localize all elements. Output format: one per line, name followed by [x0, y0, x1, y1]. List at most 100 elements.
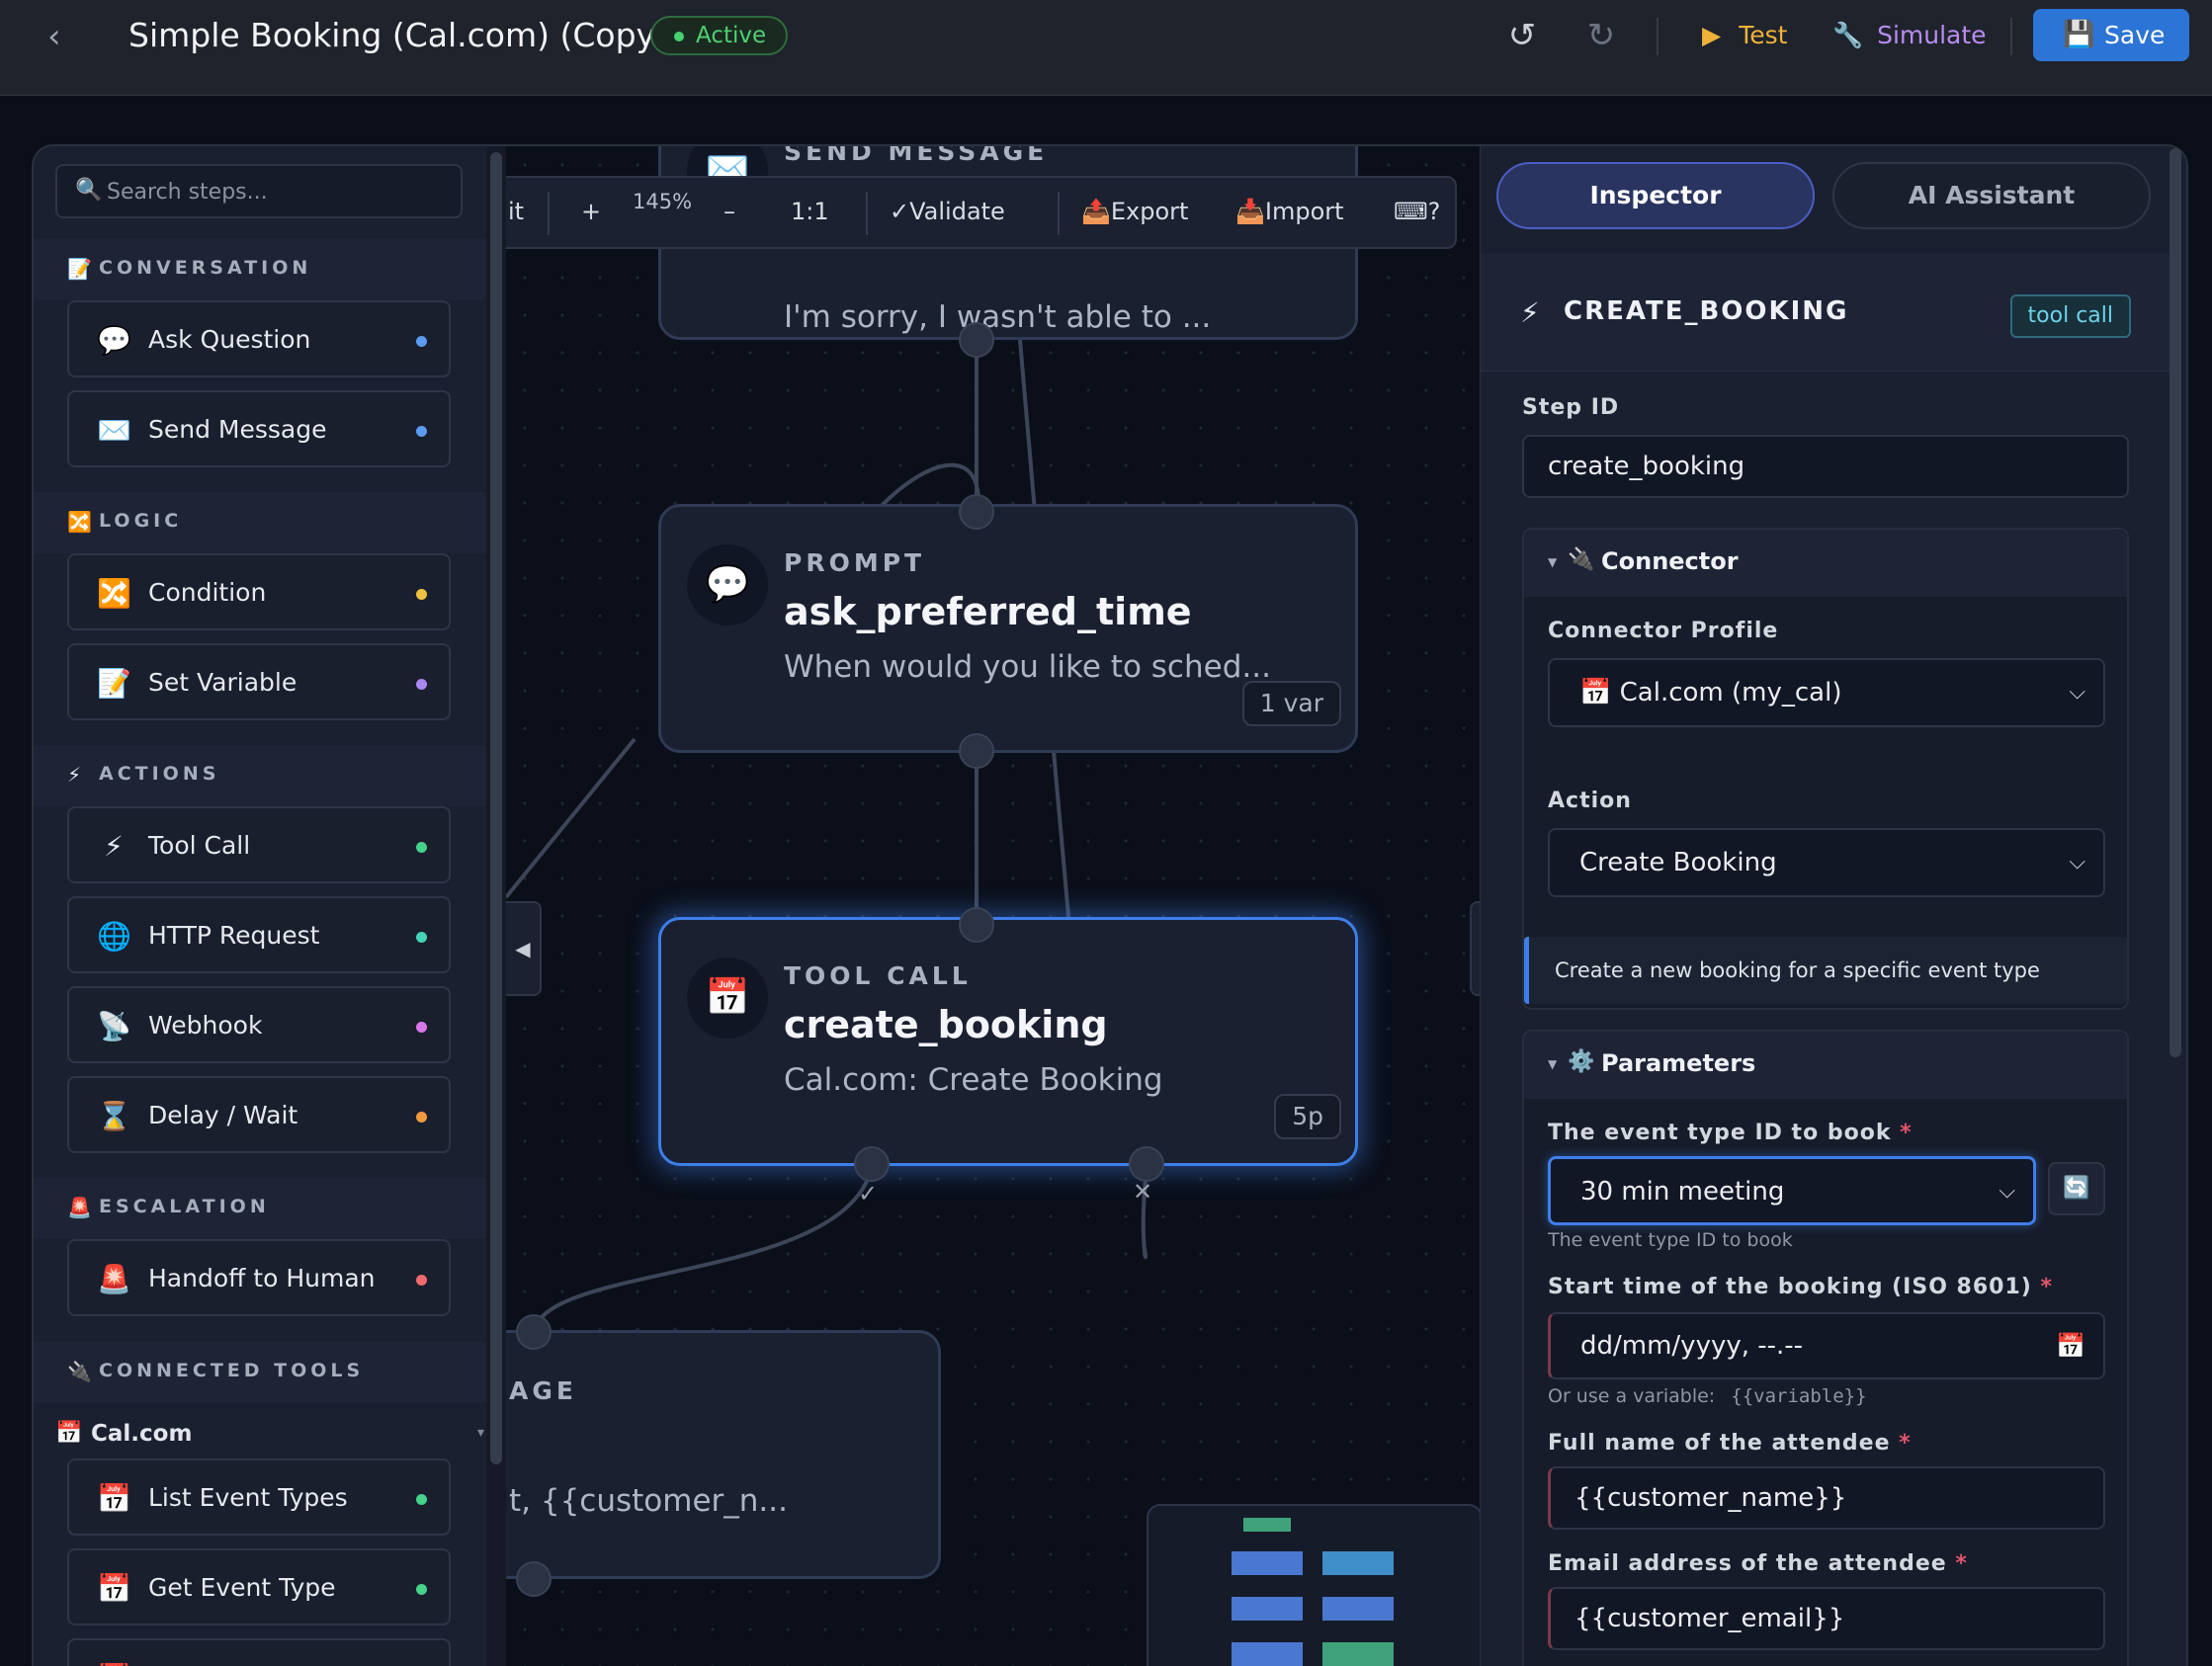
palette-item-partial[interactable]: 📅: [67, 1638, 451, 1666]
palette-item-http-request[interactable]: 🌐 HTTP Request: [67, 896, 451, 973]
node-create-booking[interactable]: 📅 TOOL CALL create_booking Cal.com: Crea…: [658, 917, 1358, 1166]
section-logic: 🔀 LOGIC: [34, 492, 486, 553]
save-button[interactable]: 💾 Save: [2033, 9, 2189, 61]
section-conversation: 📝 CONVERSATION: [34, 239, 486, 300]
success-mark: ✓: [858, 1180, 879, 1208]
step-id-label: Step ID: [1522, 395, 1620, 420]
parameters-card-header[interactable]: ▼ ⚙️ Parameters: [1524, 1032, 2127, 1099]
calendar-picker-icon[interactable]: 📅: [2056, 1314, 2085, 1377]
search-input[interactable]: [107, 174, 443, 209]
step-header: ⚡ CREATE_BOOKING tool call: [1481, 253, 2170, 372]
play-icon: ▶: [1702, 21, 1722, 49]
palette-item-send-message[interactable]: ✉️ Send Message: [67, 390, 451, 467]
fit-view-button[interactable]: it: [508, 198, 524, 225]
palette-item-list-event-types[interactable]: 📅 List Event Types: [67, 1458, 451, 1536]
calendar-icon: 📅: [97, 1572, 131, 1605]
palette-item-ask-question[interactable]: 💬 Ask Question: [67, 300, 451, 377]
output-port[interactable]: [959, 322, 994, 358]
minimap-node: [1232, 1551, 1303, 1575]
chevron-left-icon[interactable]: ‹: [47, 20, 81, 53]
test-button[interactable]: ▶ Test: [1702, 16, 1787, 55]
editor-frame: 🔍 📝 CONVERSATION 💬 Ask Question ✉️ Send …: [32, 144, 2188, 1666]
refresh-event-types-button[interactable]: 🔄: [2048, 1162, 2105, 1215]
toolbar-divider: [548, 192, 550, 235]
toolbar-divider: [866, 192, 868, 235]
plug-icon: 🔌: [67, 1360, 92, 1383]
edge-side-b: [1052, 750, 1071, 928]
sidebar-scrollbar[interactable]: [486, 146, 506, 1666]
collapse-triangle-icon: ▼: [1548, 1057, 1558, 1071]
input-port[interactable]: [959, 907, 994, 943]
event-type-select[interactable]: 30 min meeting ⌵: [1548, 1156, 2036, 1225]
redo-icon[interactable]: ↻: [1581, 16, 1621, 55]
collapse-left-panel-button[interactable]: ◀: [506, 901, 542, 996]
action-select[interactable]: Create Booking ⌵: [1548, 828, 2105, 897]
shortcuts-help-button[interactable]: ⌨?: [1394, 198, 1440, 225]
attendee-email-input[interactable]: [1548, 1587, 2105, 1650]
magnifier-icon: 🔍: [75, 178, 103, 203]
category-dot: [416, 1275, 427, 1286]
validate-button[interactable]: ✓Validate: [890, 198, 1005, 225]
category-dot: [416, 932, 427, 943]
attendee-name-input[interactable]: [1548, 1466, 2105, 1530]
node-ask-preferred-time[interactable]: 💬 PROMPT ask_preferred_time When would y…: [658, 504, 1358, 753]
step-palette: 🔍 📝 CONVERSATION 💬 Ask Question ✉️ Send …: [34, 146, 506, 1666]
import-button[interactable]: 📥Import: [1235, 198, 1344, 225]
node-message-partial[interactable]: AGE t, {{customer_n...: [506, 1330, 941, 1579]
tool-group-calcom[interactable]: 📅 Cal.com ▾: [55, 1417, 490, 1457]
undo-icon[interactable]: ↺: [1502, 16, 1542, 55]
palette-item-webhook[interactable]: 📡 Webhook: [67, 986, 451, 1063]
connector-profile-label: Connector Profile: [1548, 619, 1779, 643]
palette-item-delay-wait[interactable]: ⌛ Delay / Wait: [67, 1076, 451, 1153]
section-escalation: 🚨 ESCALATION: [34, 1178, 486, 1239]
zoom-in-button[interactable]: +: [581, 198, 601, 225]
category-dot: [416, 1022, 427, 1033]
output-port[interactable]: [516, 1561, 552, 1597]
chevron-down-icon: ▾: [476, 1425, 484, 1441]
toolbar-divider: [1657, 18, 1659, 55]
palette-item-handoff-to-human[interactable]: 🚨 Handoff to Human: [67, 1239, 451, 1316]
lightning-icon: ⚡: [1520, 296, 1540, 329]
palette-item-set-variable[interactable]: 📝 Set Variable: [67, 643, 451, 720]
status-label: Active: [696, 23, 767, 48]
start-time-input[interactable]: dd/mm/yyyy, --.-- 📅: [1548, 1312, 2105, 1379]
calendar-icon: 📅: [55, 1421, 83, 1446]
zoom-level: 145%: [633, 190, 693, 213]
tab-ai-assistant[interactable]: AI Assistant: [1832, 162, 2151, 229]
export-button[interactable]: 📤Export: [1081, 198, 1188, 225]
input-port[interactable]: [516, 1314, 552, 1350]
palette-item-get-event-type[interactable]: 📅 Get Event Type: [67, 1548, 451, 1625]
wrench-icon: 🔧: [1832, 21, 1864, 49]
reset-zoom-button[interactable]: 1:1: [791, 198, 829, 225]
search-box: 🔍: [55, 164, 463, 218]
step-id-input[interactable]: [1522, 435, 2129, 498]
siren-icon: 🚨: [67, 1196, 92, 1219]
zoom-out-button[interactable]: –: [723, 198, 735, 225]
sidebar-scrollbar-thumb[interactable]: [490, 152, 502, 1464]
simulate-button[interactable]: 🔧 Simulate: [1832, 16, 1987, 55]
connector-profile-select[interactable]: 📅 Cal.com (my_cal) ⌵: [1548, 658, 2105, 727]
minimap[interactable]: [1147, 1504, 1480, 1666]
calendar-icon: 📅: [97, 1662, 131, 1666]
input-port[interactable]: [959, 494, 994, 530]
tab-inspector[interactable]: Inspector: [1496, 162, 1815, 229]
calendar-icon: 📅: [687, 958, 768, 1039]
failure-port[interactable]: [1129, 1146, 1164, 1182]
success-port[interactable]: [854, 1146, 890, 1182]
collapse-triangle-icon: ▼: [1548, 555, 1558, 569]
event-type-hint: The event type ID to book: [1548, 1229, 1793, 1251]
lightning-icon: ⚡: [104, 830, 124, 863]
collapse-right-panel-button[interactable]: ▶: [1470, 901, 1480, 996]
palette-item-condition[interactable]: 🔀 Condition: [67, 553, 451, 630]
section-connected-tools: 🔌 CONNECTED TOOLS: [34, 1342, 486, 1403]
palette-item-tool-call[interactable]: ⚡ Tool Call: [67, 806, 451, 883]
status-badge: Active: [650, 16, 789, 55]
connector-card-header[interactable]: ▼ 🔌 Connector: [1524, 530, 2127, 597]
inspector-scrollbar-thumb[interactable]: [2169, 148, 2181, 1057]
flow-canvas[interactable]: ✉️ SEND MESSAGE I'm sorry, I wasn't able…: [506, 146, 1480, 1666]
speech-bubble-icon: 💬: [687, 544, 768, 625]
hourglass-icon: ⌛: [97, 1100, 131, 1132]
output-port[interactable]: [959, 733, 994, 769]
step-type-tag: tool call: [2009, 294, 2131, 338]
chevron-down-icon: ⌵: [2069, 680, 2085, 705]
